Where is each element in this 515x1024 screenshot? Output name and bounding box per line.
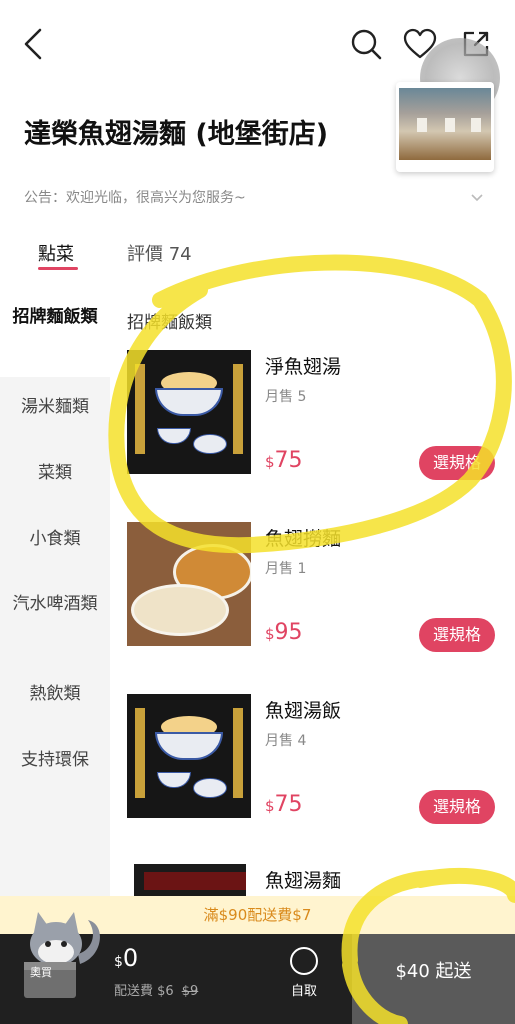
item-price: $95 xyxy=(265,620,303,645)
category-item-snacks[interactable]: 小食類 xyxy=(0,527,110,552)
photo-bowl xyxy=(157,428,191,444)
photo-banner xyxy=(233,708,243,798)
tab-reviews[interactable]: 評價 74 xyxy=(127,240,192,266)
mascot-cart-icon[interactable]: 奧買 xyxy=(18,904,106,1004)
mascot-label: 奧買 xyxy=(30,966,52,979)
shop-notice: 公告：欢迎光临，很高兴为您服务~ xyxy=(24,190,246,206)
category-item-vegetables[interactable]: 菜類 xyxy=(0,461,110,486)
total-currency: $ xyxy=(114,954,123,970)
pickup-label: 自取 xyxy=(291,984,318,999)
category-item-drinks[interactable]: 汽水啤酒類 xyxy=(0,592,110,617)
photo-bowl xyxy=(193,778,227,798)
chevron-down-icon[interactable] xyxy=(470,193,484,203)
item-price: $75 xyxy=(265,448,303,473)
photo-bowl xyxy=(157,772,191,788)
photo-bowl xyxy=(155,388,223,416)
search-button[interactable] xyxy=(348,26,384,62)
shop-photo[interactable] xyxy=(396,82,494,172)
item-photo xyxy=(127,522,251,646)
select-spec-button[interactable]: 選規格 xyxy=(419,618,495,652)
category-item-eco[interactable]: 支持環保 xyxy=(0,748,110,773)
item-monthly-sales: 月售 4 xyxy=(265,733,307,749)
chevron-left-icon xyxy=(24,28,42,60)
select-spec-button[interactable]: 選規格 xyxy=(419,790,495,824)
total-value: 0 xyxy=(122,944,139,972)
tab-order[interactable]: 點菜 xyxy=(38,240,74,266)
photo-bowl xyxy=(155,732,223,760)
menu-item[interactable]: 淨魚翅湯 月售 5 $75 選規格 xyxy=(110,350,515,520)
item-photo xyxy=(134,864,246,896)
photo-banner xyxy=(135,708,145,798)
photo-banner xyxy=(135,364,145,454)
category-item-soup-noodles[interactable]: 湯米麵類 xyxy=(0,395,110,420)
price-currency: $ xyxy=(265,797,275,815)
menu-item[interactable]: 魚翅湯麵 xyxy=(110,864,515,896)
item-image xyxy=(127,694,251,818)
item-monthly-sales: 月售 5 xyxy=(265,389,307,405)
squirrel-mascot-icon xyxy=(24,912,100,998)
item-name: 淨魚翅湯 xyxy=(265,356,342,378)
photo-poster xyxy=(417,118,427,132)
item-image xyxy=(127,350,251,474)
active-tab-indicator xyxy=(38,267,78,270)
menu-item[interactable]: 魚翅撈麵 月售 1 $95 選規格 xyxy=(110,522,515,692)
category-sidebar: 招牌麵飯類 湯米麵類 菜類 小食類 汽水啤酒類 熱飲類 支持環保 xyxy=(0,295,110,935)
photo-banner xyxy=(233,364,243,454)
section-title: 招牌麵飯類 xyxy=(127,313,212,333)
delivery-fee-original: $9 xyxy=(181,984,199,999)
category-item-hot-drinks[interactable]: 熱飲類 xyxy=(0,682,110,707)
menu-item[interactable]: 魚翅湯飯 月售 4 $75 選規格 xyxy=(110,694,515,864)
item-name: 魚翅湯麵 xyxy=(265,870,342,892)
price-value: 75 xyxy=(274,448,303,473)
category-item-signature[interactable]: 招牌麵飯類 xyxy=(0,295,110,377)
photo-sign xyxy=(144,872,246,890)
item-monthly-sales: 月售 1 xyxy=(265,561,307,577)
photo-poster xyxy=(445,118,455,132)
search-icon xyxy=(351,29,382,60)
price-currency: $ xyxy=(265,625,275,643)
item-photo-ad xyxy=(127,350,251,474)
back-button[interactable] xyxy=(16,26,52,62)
pickup-toggle[interactable] xyxy=(290,947,318,975)
delivery-fee-current: 配送費 $6 xyxy=(114,984,174,999)
photo-plate xyxy=(131,584,229,636)
photo-poster xyxy=(471,118,481,132)
item-image xyxy=(134,864,246,896)
price-value: 95 xyxy=(274,620,303,645)
item-price: $75 xyxy=(265,792,303,817)
item-name: 魚翅湯飯 xyxy=(265,700,342,722)
cart-total: $0 xyxy=(114,944,138,972)
price-value: 75 xyxy=(274,792,303,817)
photo-bowl xyxy=(193,434,227,454)
item-photo-ad xyxy=(127,694,251,818)
checkout-button[interactable]: $40 起送 xyxy=(352,934,515,1024)
item-image xyxy=(127,522,251,646)
delivery-fee: 配送費 $6 $9 xyxy=(114,980,198,999)
shop-name: 達榮魚翅湯麵 (地堡街店) xyxy=(24,119,329,150)
shop-photo-image xyxy=(399,88,491,160)
select-spec-button[interactable]: 選規格 xyxy=(419,446,495,480)
price-currency: $ xyxy=(265,453,275,471)
item-name: 魚翅撈麵 xyxy=(265,528,342,550)
